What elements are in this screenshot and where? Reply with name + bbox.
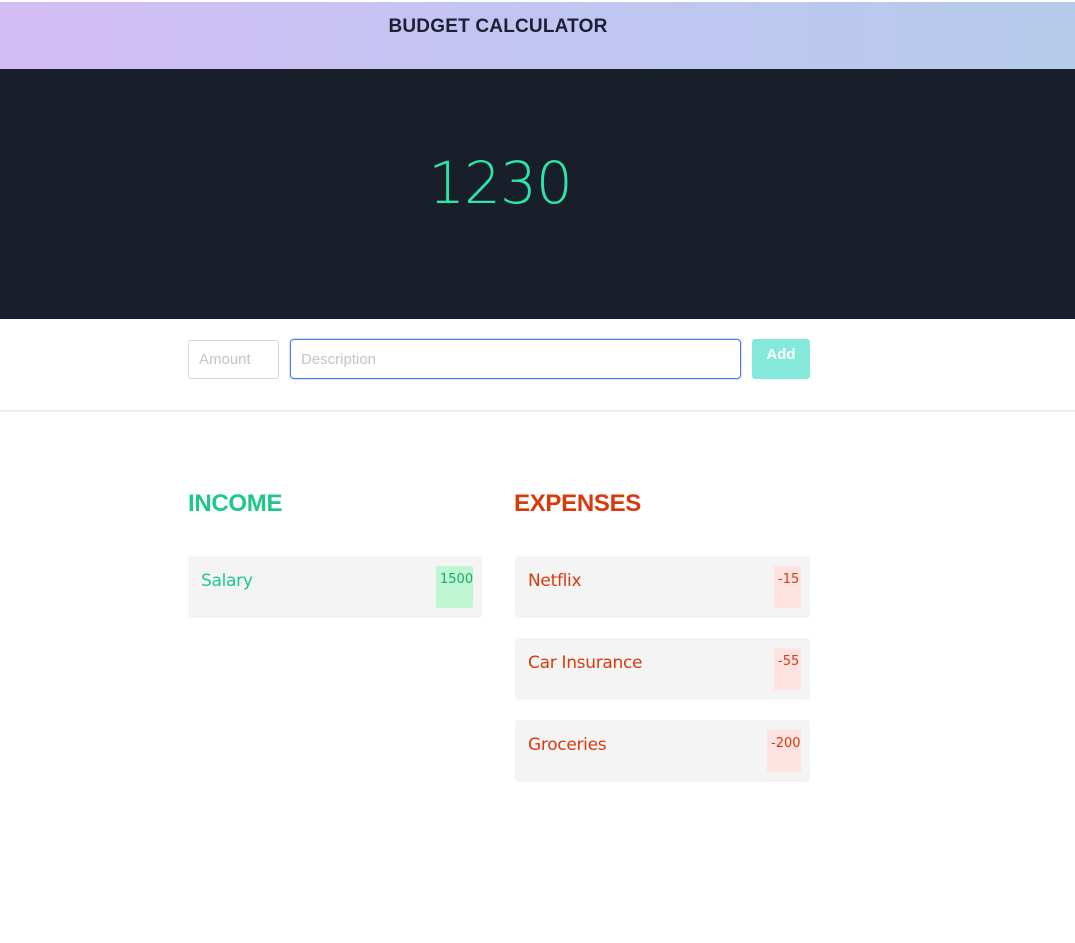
expense-item-car-insurance[interactable]: Car Insurance -55 <box>515 638 810 700</box>
expense-item-label: Groceries <box>528 735 607 755</box>
expense-item-amount: -200 <box>767 730 801 772</box>
app-header: BUDGET CALCULATOR <box>0 2 1075 69</box>
income-item-salary[interactable]: Salary 1500 <box>188 556 482 618</box>
expense-item-amount: -55 <box>774 648 801 690</box>
expense-item-amount: -15 <box>774 566 801 608</box>
balance-value: 1230 <box>428 149 573 217</box>
expense-item-label: Netflix <box>528 571 582 591</box>
income-item-label: Salary <box>201 571 253 591</box>
expense-item-netflix[interactable]: Netflix -15 <box>515 556 810 618</box>
income-title: INCOME <box>188 490 283 517</box>
expenses-title: EXPENSES <box>514 490 641 517</box>
amount-input[interactable] <box>188 340 279 379</box>
add-button[interactable]: Add <box>752 339 810 379</box>
balance-panel: 1230 <box>0 69 1075 319</box>
app-title: BUDGET CALCULATOR <box>388 16 608 37</box>
expense-item-groceries[interactable]: Groceries -200 <box>515 720 810 782</box>
entry-form: Add <box>0 319 1075 412</box>
description-input[interactable] <box>290 339 741 379</box>
expense-item-label: Car Insurance <box>528 653 643 673</box>
income-item-amount: 1500 <box>436 566 473 608</box>
